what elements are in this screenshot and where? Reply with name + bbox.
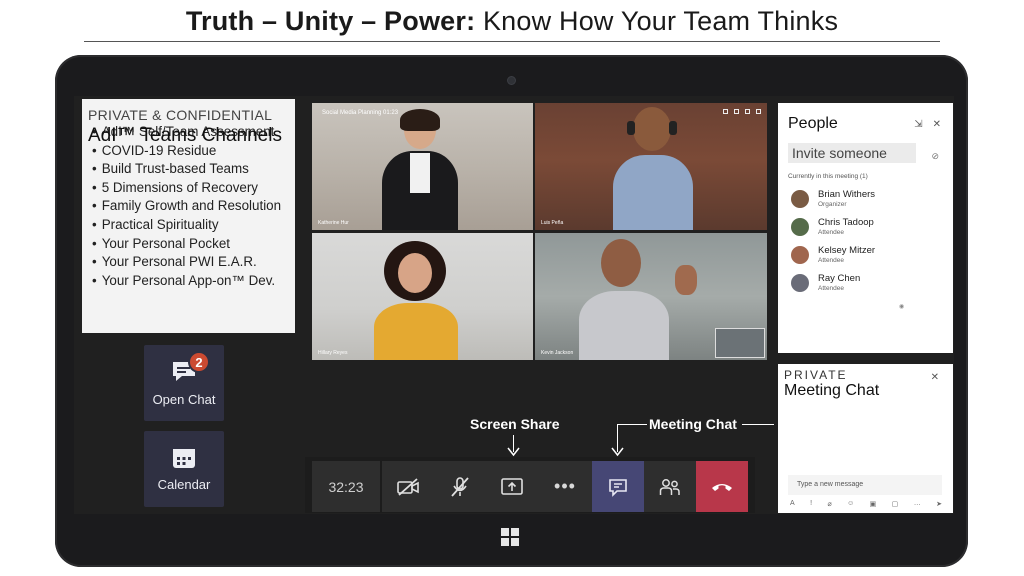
list-item: 5 Dimensions of Recovery — [88, 179, 289, 198]
people-panel: People ⇲ ✕ Invite someone ⊘ Currently in… — [778, 103, 953, 353]
arrow-down-icon — [507, 447, 520, 457]
list-item: Your Personal PWI E.A.R. — [88, 253, 289, 272]
video-grid: Social Media Planning 01:23 Katherine Hu… — [312, 103, 767, 360]
list-item: Your Personal Pocket — [88, 235, 289, 254]
avatar — [791, 189, 809, 208]
link-icon[interactable]: ⊘ — [931, 151, 939, 162]
emoji-icon[interactable]: ☺ — [847, 500, 854, 508]
avatar — [791, 217, 809, 236]
participant-row[interactable]: Kelsey Mitzer Attendee — [788, 245, 943, 264]
screen-share-button[interactable] — [486, 461, 538, 512]
attach-icon[interactable]: ⌀ — [827, 500, 831, 508]
participant-name: Luis Peña — [541, 220, 564, 226]
participant-role: Organizer — [818, 201, 847, 208]
gif-icon[interactable]: ▣ — [870, 500, 877, 508]
participant-name: Kelsey Mitzer — [818, 245, 876, 256]
info-caption: PRIVATE & CONFIDENTIAL — [88, 107, 273, 123]
unread-badge: 2 — [188, 351, 210, 373]
participant-role: Attendee — [818, 257, 845, 264]
video-controls — [723, 109, 761, 114]
people-icon — [659, 478, 680, 495]
meeting-chat-panel: PRIVATE Meeting Chat ✕ Type a new messag… — [778, 364, 953, 513]
avatar — [791, 245, 809, 264]
arrow-down-icon — [611, 447, 624, 457]
more-actions-button[interactable]: ••• — [538, 461, 592, 512]
title-divider — [84, 41, 940, 42]
meeting-name: Social Media Planning 01:23 — [322, 110, 399, 116]
hang-up-button[interactable] — [696, 461, 748, 512]
close-icon[interactable]: ✕ — [931, 372, 939, 383]
video-tile[interactable]: Luis Peña — [535, 103, 767, 230]
meeting-chat-callout: Meeting Chat — [649, 416, 737, 432]
participant-name: Katherine Hur — [318, 220, 349, 226]
participant-row[interactable]: Brian Withers Organizer — [788, 189, 943, 208]
share-screen-icon — [501, 477, 523, 495]
video-tile[interactable]: Hillary Reyes — [312, 233, 533, 360]
hang-up-icon — [712, 483, 732, 491]
invite-input[interactable]: Invite someone — [788, 143, 916, 163]
open-chat-button[interactable]: Open Chat 2 — [144, 345, 224, 421]
meeting-chat-button[interactable] — [592, 461, 644, 512]
pop-out-icon[interactable]: ⇲ — [914, 119, 922, 130]
call-timer: 32:23 — [312, 461, 380, 512]
chat-toolbar: A ! ⌀ ☺ ▣ ▢ … ➤ — [790, 500, 942, 508]
sticker-icon[interactable]: ▢ — [892, 500, 899, 508]
camera-off-icon — [397, 477, 419, 496]
camera-toggle-button[interactable] — [382, 461, 434, 512]
people-actions: ⇲ ✕ — [914, 119, 941, 130]
open-chat-label: Open Chat — [152, 392, 216, 407]
channels-info-card: PRIVATE & CONFIDENTIAL AdI™ Teams Channe… — [82, 99, 295, 333]
chat-icon — [609, 478, 627, 497]
participant-name: Ray Chen — [818, 273, 861, 284]
mic-off-icon — [451, 476, 469, 497]
participant-row[interactable]: Chris Tadoop Attendee — [788, 217, 943, 236]
important-icon[interactable]: ! — [810, 500, 812, 508]
screen-share-callout: Screen Share — [470, 416, 560, 432]
callout-line — [617, 424, 647, 425]
video-tile[interactable]: Social Media Planning 01:23 Katherine Hu… — [312, 103, 533, 230]
windows-logo-icon[interactable] — [501, 528, 519, 546]
participant-row[interactable]: Ray Chen Attendee — [788, 273, 943, 292]
participant-name: Hillary Reyes — [318, 350, 348, 356]
list-item: Your Personal App-on™ Dev. — [88, 272, 289, 291]
channels-list: AdI™ Self/Team Assessment COVID-19 Resid… — [88, 123, 289, 290]
info-heading: AdI™ Teams Channels — [88, 125, 282, 146]
chat-title: Meeting Chat — [784, 382, 880, 399]
more-icon[interactable]: … — [914, 500, 921, 508]
list-item: Build Trust-based Teams — [88, 160, 289, 179]
list-item: Family Growth and Resolution — [88, 197, 289, 216]
mic-off-icon: ◉ — [899, 304, 905, 310]
participant-name: Kevin Jackson — [541, 350, 574, 356]
participant-role: Attendee — [818, 229, 845, 236]
calendar-button[interactable]: Calendar — [144, 431, 224, 507]
video-tile[interactable]: Kevin Jackson — [535, 233, 767, 360]
calendar-label: Calendar — [157, 477, 211, 492]
participant-name: Brian Withers — [818, 189, 876, 200]
slide-title: Truth – Unity – Power: Know How Your Tea… — [0, 6, 1024, 37]
camera-icon — [507, 76, 516, 85]
format-icon[interactable]: A — [790, 500, 795, 508]
title-bold: Truth – Unity – Power: — [185, 6, 476, 36]
close-icon[interactable]: ✕ — [933, 119, 941, 130]
participant-name: Chris Tadoop — [818, 217, 874, 228]
send-icon[interactable]: ➤ — [936, 500, 942, 508]
self-view[interactable] — [715, 328, 765, 358]
callout-line — [742, 424, 774, 425]
in-meeting-label: Currently in this meeting (1) — [788, 173, 868, 180]
participants-button[interactable] — [644, 461, 696, 512]
chat-caption: PRIVATE — [784, 368, 848, 382]
calendar-icon — [173, 449, 195, 468]
participant-role: Attendee — [818, 285, 845, 292]
avatar — [791, 273, 809, 292]
message-input[interactable]: Type a new message — [788, 475, 942, 495]
list-item: Practical Spirituality — [88, 216, 289, 235]
title-light: Know How Your Team Thinks — [475, 6, 839, 36]
mic-toggle-button[interactable] — [434, 461, 486, 512]
